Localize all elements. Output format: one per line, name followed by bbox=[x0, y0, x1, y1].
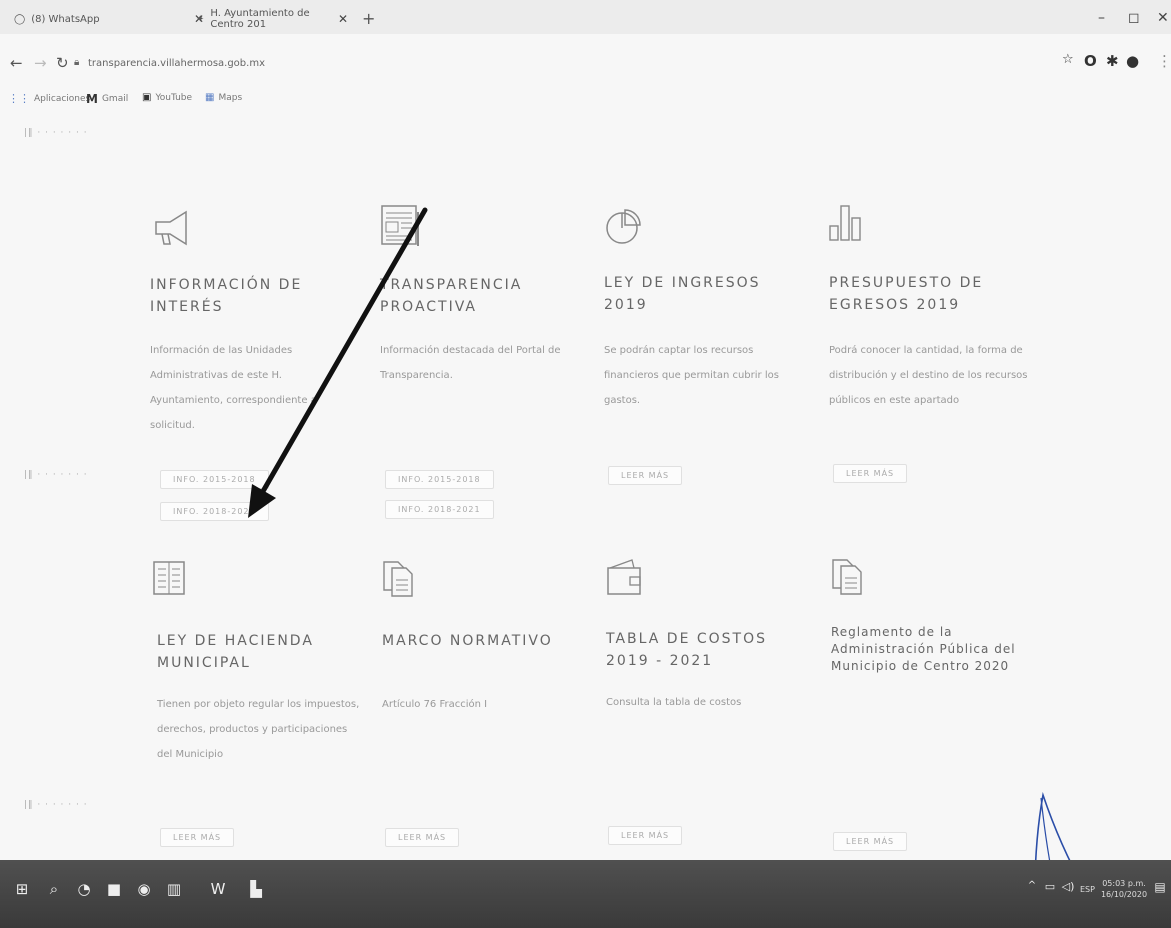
bookmark-label: Maps bbox=[218, 92, 243, 103]
show-hidden-icons-icon[interactable]: ^ bbox=[1024, 880, 1040, 896]
documents-icon bbox=[383, 561, 413, 597]
card-description: Artículo 76 Fracción I bbox=[382, 699, 488, 710]
volume-icon[interactable]: ◁) bbox=[1060, 880, 1076, 896]
pdf-icon[interactable]: ▙ bbox=[248, 880, 264, 898]
faded-text: |‖ · · · · · · · bbox=[24, 470, 88, 480]
faded-text: |‖ · · · · · · · bbox=[24, 800, 88, 810]
card-description: Podrá conocer la cantidad, la forma de d… bbox=[829, 345, 1028, 406]
documents-icon bbox=[832, 559, 862, 595]
app-icon[interactable]: ▥ bbox=[166, 880, 182, 898]
network-icon[interactable]: ▭ bbox=[1042, 880, 1058, 896]
extension-icon[interactable]: O bbox=[1084, 52, 1097, 70]
card-title: MARCO NORMATIVO bbox=[382, 633, 553, 649]
close-icon[interactable]: ✕ bbox=[338, 12, 348, 26]
clock-time: 05:03 p.m. bbox=[1102, 879, 1146, 888]
windows-start-icon[interactable]: ⊞ bbox=[14, 880, 30, 898]
card-title: LEY DE HACIENDA MUNICIPAL bbox=[157, 633, 314, 671]
file-explorer-icon[interactable]: ■ bbox=[106, 880, 122, 898]
clock-date: 16/10/2020 bbox=[1100, 890, 1148, 899]
card-title: PRESUPUESTO DE EGRESOS 2019 bbox=[829, 275, 984, 313]
search-icon[interactable]: ⌕ bbox=[46, 880, 62, 898]
language-indicator[interactable]: ESP bbox=[1080, 884, 1095, 895]
annotation-arrow bbox=[248, 207, 428, 518]
site-icon: ✦ bbox=[196, 13, 205, 25]
profile-avatar-icon[interactable]: ● bbox=[1126, 52, 1139, 70]
minimize-icon[interactable]: – bbox=[1098, 10, 1105, 26]
bookmark-maps[interactable]: ▦ Maps bbox=[205, 92, 242, 103]
card-title: LEY DE INGRESOS 2019 bbox=[604, 275, 761, 313]
read-more-button[interactable]: LEER MÁS bbox=[160, 828, 235, 847]
restore-icon[interactable]: ◻ bbox=[1128, 10, 1140, 26]
menu-icon[interactable]: ⋮ bbox=[1157, 52, 1171, 70]
puzzle-icon[interactable]: ✱ bbox=[1106, 52, 1119, 70]
read-more-button[interactable]: LEER MÁS bbox=[833, 464, 908, 483]
whatsapp-icon: ◯ bbox=[14, 13, 26, 25]
apps-grid-icon: ⋮⋮ bbox=[8, 92, 30, 105]
system-clock[interactable]: 05:03 p.m. 16/10/2020 bbox=[1100, 878, 1148, 900]
tab-whatsapp[interactable]: ◯ (8) WhatsApp ✕ bbox=[4, 6, 214, 32]
bookmark-apps[interactable]: ⋮⋮ Aplicaciones bbox=[8, 92, 90, 105]
faded-text: |‖ · · · · · · · bbox=[24, 128, 88, 138]
chrome-icon[interactable]: ◉ bbox=[136, 880, 152, 898]
notifications-icon[interactable]: ▤ bbox=[1152, 880, 1168, 896]
word-icon[interactable]: W bbox=[210, 880, 226, 898]
read-more-button[interactable]: LEER MÁS bbox=[385, 828, 460, 847]
reload-icon[interactable]: ↻ bbox=[56, 54, 69, 72]
tab-label: (8) WhatsApp bbox=[31, 13, 100, 25]
megaphone-icon bbox=[155, 210, 187, 246]
card-description: Tienen por objeto regular los impuestos,… bbox=[157, 699, 360, 760]
forward-icon[interactable]: → bbox=[34, 54, 47, 72]
tab-label: H. Ayuntamiento de Centro 201 bbox=[210, 8, 310, 30]
maps-icon: ▦ bbox=[205, 92, 215, 103]
opera-icon[interactable]: ◔ bbox=[76, 880, 92, 898]
card-description: Consulta la tabla de costos bbox=[606, 697, 742, 708]
tab-ayuntamiento[interactable]: ✦ H. Ayuntamiento de Centro 201 ✕ bbox=[186, 6, 358, 32]
url-field[interactable]: transparencia.villahermosa.gob.mx bbox=[88, 58, 265, 69]
bookmark-youtube[interactable]: ▣ YouTube bbox=[142, 92, 192, 103]
bar-chart-icon bbox=[829, 205, 861, 241]
card-title: Reglamento de la Administración Pública … bbox=[831, 625, 1016, 673]
pie-chart-icon bbox=[606, 209, 641, 244]
read-more-button[interactable]: LEER MÁS bbox=[833, 832, 908, 851]
youtube-icon: ▣ bbox=[142, 92, 152, 103]
bookmark-label: YouTube bbox=[155, 92, 193, 103]
bookmark-label: Gmail bbox=[101, 94, 129, 104]
star-icon[interactable]: ☆ bbox=[1062, 52, 1074, 67]
card-title: TABLA DE COSTOS 2019 - 2021 bbox=[606, 631, 768, 669]
back-icon[interactable]: ← bbox=[10, 54, 23, 72]
card-description: Se podrán captar los recursos financiero… bbox=[604, 345, 779, 406]
lock-icon: 🔒︎ bbox=[74, 57, 80, 68]
wallet-icon bbox=[607, 559, 641, 595]
gmail-icon: M bbox=[86, 92, 98, 106]
read-more-button[interactable]: LEER MÁS bbox=[608, 466, 683, 485]
read-more-button[interactable]: LEER MÁS bbox=[608, 826, 683, 845]
bookmark-label: Aplicaciones bbox=[34, 93, 91, 104]
close-window-icon[interactable]: ✕ bbox=[1157, 10, 1169, 26]
ledger-icon bbox=[153, 561, 185, 595]
new-tab-icon[interactable]: + bbox=[362, 9, 375, 28]
bookmark-gmail[interactable]: M Gmail bbox=[86, 92, 128, 106]
